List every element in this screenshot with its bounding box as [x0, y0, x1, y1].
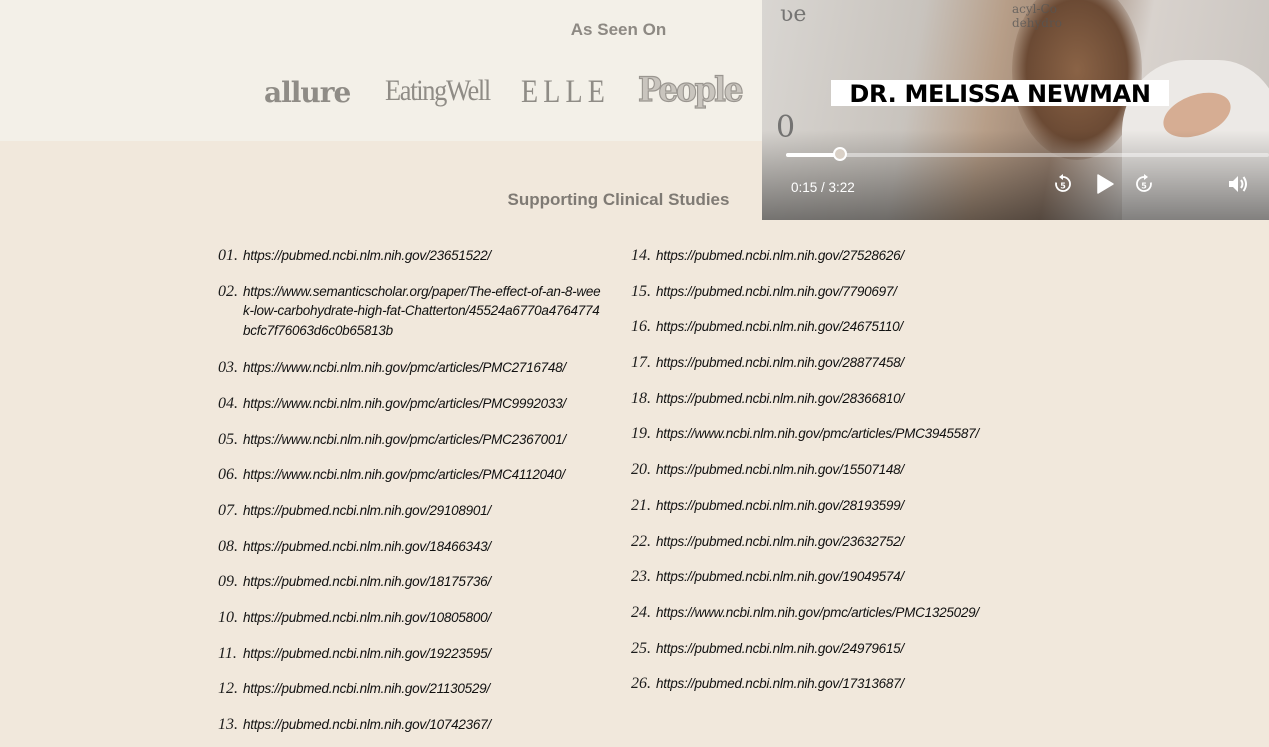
study-link[interactable]: https://pubmed.ncbi.nlm.nih.gov/24979615…	[656, 639, 904, 659]
study-number: 04.	[218, 394, 238, 412]
study-number: 21.	[631, 496, 651, 514]
video-progress-fill	[786, 153, 840, 157]
study-link[interactable]: https://www.ncbi.nlm.nih.gov/pmc/article…	[243, 430, 605, 450]
study-number: 11.	[218, 644, 237, 662]
study-number: 26.	[631, 675, 651, 693]
study-number: 23.	[631, 568, 651, 586]
allure-logo: allure	[264, 76, 351, 109]
study-link[interactable]: https://pubmed.ncbi.nlm.nih.gov/7790697/	[656, 282, 897, 302]
video-time-display: 0:15 / 3:22	[791, 180, 855, 195]
study-number: 03.	[218, 359, 238, 377]
study-item: 13. https://pubmed.ncbi.nlm.nih.gov/10742…	[218, 715, 613, 735]
study-item: 16. https://pubmed.ncbi.nlm.nih.gov/24675…	[631, 317, 1051, 337]
study-number: 05.	[218, 430, 238, 448]
svg-text:5: 5	[1141, 182, 1147, 191]
video-controls-overlay	[762, 130, 1269, 220]
study-item: 11. https://pubmed.ncbi.nlm.nih.gov/19223…	[218, 644, 613, 664]
video-frame-whiteboard-writing: acyl-Co dehydro	[1012, 2, 1062, 30]
study-item: 12. https://pubmed.ncbi.nlm.nih.gov/21130…	[218, 679, 613, 699]
study-link[interactable]: https://pubmed.ncbi.nlm.nih.gov/29108901…	[243, 501, 605, 521]
study-item: 20. https://pubmed.ncbi.nlm.nih.gov/15507…	[631, 460, 1051, 480]
study-number: 18.	[631, 389, 651, 407]
study-number: 02.	[218, 282, 238, 300]
study-item: 14. https://pubmed.ncbi.nlm.nih.gov/27528…	[631, 246, 1051, 266]
studies-list-left: 01. https://pubmed.ncbi.nlm.nih.gov/23651…	[218, 246, 613, 747]
play-icon[interactable]	[1094, 172, 1116, 194]
study-link[interactable]: https://pubmed.ncbi.nlm.nih.gov/18466343…	[243, 537, 605, 557]
study-link[interactable]: https://pubmed.ncbi.nlm.nih.gov/23632752…	[656, 532, 904, 552]
study-item: 01. https://pubmed.ncbi.nlm.nih.gov/23651…	[218, 246, 613, 266]
eatingwell-logo: EatingWell	[385, 74, 491, 107]
elle-logo: ELLE	[521, 74, 610, 110]
study-link[interactable]: https://www.ncbi.nlm.nih.gov/pmc/article…	[656, 424, 979, 444]
study-link[interactable]: https://pubmed.ncbi.nlm.nih.gov/10805800…	[243, 608, 605, 628]
study-number: 19.	[631, 425, 651, 443]
people-logo: People	[637, 69, 744, 110]
study-item: 03. https://www.ncbi.nlm.nih.gov/pmc/arti…	[218, 358, 613, 378]
study-link[interactable]: https://www.ncbi.nlm.nih.gov/pmc/article…	[243, 394, 605, 414]
study-number: 12.	[218, 680, 238, 698]
study-item: 04. https://www.ncbi.nlm.nih.gov/pmc/arti…	[218, 394, 613, 414]
study-item: 02. https://www.semanticscholar.org/paper…	[218, 282, 613, 341]
study-link[interactable]: https://pubmed.ncbi.nlm.nih.gov/24675110…	[656, 317, 903, 337]
study-link[interactable]: https://pubmed.ncbi.nlm.nih.gov/28193599…	[656, 496, 904, 516]
study-number: 01.	[218, 247, 238, 264]
study-number: 20.	[631, 461, 651, 479]
study-number: 16.	[631, 318, 651, 336]
study-link[interactable]: https://pubmed.ncbi.nlm.nih.gov/28877458…	[656, 353, 904, 373]
study-link[interactable]: https://pubmed.ncbi.nlm.nih.gov/15507148…	[656, 460, 904, 480]
study-link[interactable]: https://www.ncbi.nlm.nih.gov/pmc/article…	[243, 465, 605, 485]
study-item: 25. https://pubmed.ncbi.nlm.nih.gov/24979…	[631, 639, 1051, 659]
study-number: 06.	[218, 466, 238, 484]
study-link[interactable]: https://pubmed.ncbi.nlm.nih.gov/28366810…	[656, 389, 904, 409]
study-link[interactable]: https://pubmed.ncbi.nlm.nih.gov/19223595…	[243, 644, 605, 664]
study-number: 15.	[631, 282, 651, 300]
study-number: 22.	[631, 532, 651, 550]
study-number: 10.	[218, 609, 238, 626]
study-item: 24. https://www.ncbi.nlm.nih.gov/pmc/arti…	[631, 603, 1051, 623]
study-item: 06. https://www.ncbi.nlm.nih.gov/pmc/arti…	[218, 465, 613, 485]
study-number: 13.	[218, 716, 238, 734]
study-number: 08.	[218, 537, 238, 555]
study-link[interactable]: https://pubmed.ncbi.nlm.nih.gov/27528626…	[656, 246, 904, 266]
study-link[interactable]: https://www.ncbi.nlm.nih.gov/pmc/article…	[243, 358, 605, 378]
speaker-name-banner: DR. MELISSA NEWMAN	[831, 80, 1169, 106]
study-link[interactable]: https://www.semanticscholar.org/paper/Th…	[243, 282, 605, 341]
forward-5-icon[interactable]: 5	[1134, 173, 1156, 195]
svg-text:5: 5	[1060, 182, 1066, 191]
study-item: 10. https://pubmed.ncbi.nlm.nih.gov/10805…	[218, 608, 613, 628]
study-number: 17.	[631, 354, 651, 372]
study-link[interactable]: https://pubmed.ncbi.nlm.nih.gov/10742367…	[243, 715, 605, 735]
study-number: 14.	[631, 247, 651, 264]
study-number: 09.	[218, 573, 238, 591]
study-link[interactable]: https://pubmed.ncbi.nlm.nih.gov/21130529…	[243, 679, 605, 699]
study-item: 17. https://pubmed.ncbi.nlm.nih.gov/28877…	[631, 353, 1051, 373]
study-item: 22. https://pubmed.ncbi.nlm.nih.gov/23632…	[631, 532, 1051, 552]
volume-icon[interactable]	[1226, 172, 1248, 194]
study-link[interactable]: https://www.ncbi.nlm.nih.gov/pmc/article…	[656, 603, 979, 623]
study-item: 18. https://pubmed.ncbi.nlm.nih.gov/28366…	[631, 389, 1051, 409]
study-item: 08. https://pubmed.ncbi.nlm.nih.gov/18466…	[218, 537, 613, 557]
study-item: 23. https://pubmed.ncbi.nlm.nih.gov/19049…	[631, 567, 1051, 587]
study-number: 07.	[218, 501, 238, 519]
studies-list-right: 14. https://pubmed.ncbi.nlm.nih.gov/27528…	[631, 246, 1051, 710]
study-item: 21. https://pubmed.ncbi.nlm.nih.gov/28193…	[631, 496, 1051, 516]
study-number: 24.	[631, 603, 651, 621]
video-frame-whiteboard-writing: ʋe	[780, 2, 807, 27]
study-item: 09. https://pubmed.ncbi.nlm.nih.gov/18175…	[218, 572, 613, 592]
study-link[interactable]: https://pubmed.ncbi.nlm.nih.gov/23651522…	[243, 246, 605, 266]
study-item: 19. https://www.ncbi.nlm.nih.gov/pmc/arti…	[631, 424, 1051, 444]
study-link[interactable]: https://pubmed.ncbi.nlm.nih.gov/17313687…	[656, 674, 904, 694]
video-scrubber-handle[interactable]	[832, 147, 847, 161]
study-item: 05. https://www.ncbi.nlm.nih.gov/pmc/arti…	[218, 430, 613, 450]
study-number: 25.	[631, 639, 651, 657]
study-item: 15. https://pubmed.ncbi.nlm.nih.gov/77906…	[631, 282, 1051, 302]
video-progress-bar[interactable]	[786, 153, 1269, 157]
rewind-5-icon[interactable]: 5	[1053, 173, 1075, 195]
study-link[interactable]: https://pubmed.ncbi.nlm.nih.gov/19049574…	[656, 567, 904, 587]
study-item: 07. https://pubmed.ncbi.nlm.nih.gov/29108…	[218, 501, 613, 521]
study-item: 26. https://pubmed.ncbi.nlm.nih.gov/17313…	[631, 674, 1051, 694]
study-link[interactable]: https://pubmed.ncbi.nlm.nih.gov/18175736…	[243, 572, 605, 592]
video-player[interactable]: ʋe acyl-Co dehydro 0 DR. MELISSA NEWMAN 0…	[762, 0, 1269, 220]
